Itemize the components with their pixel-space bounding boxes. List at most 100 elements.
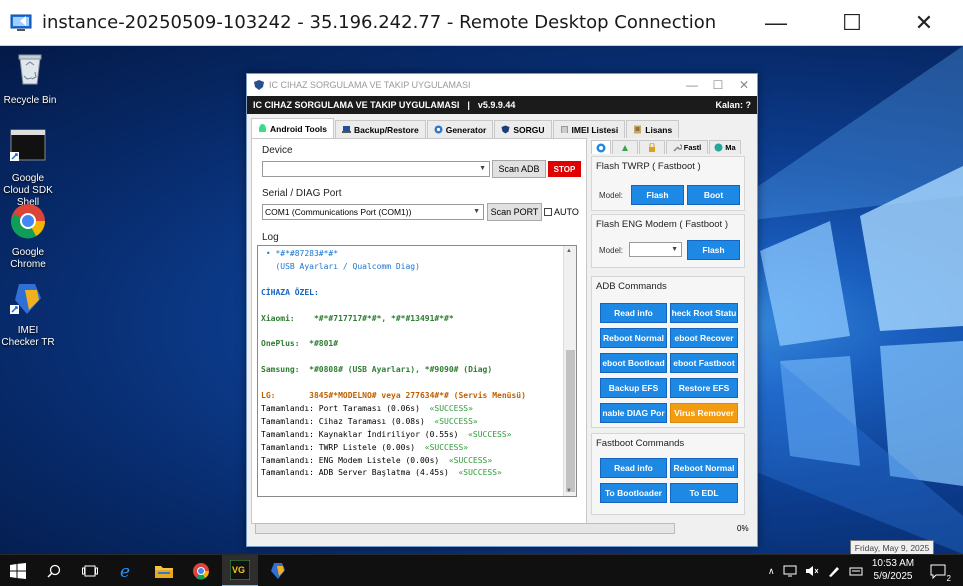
side-tab-arrow[interactable] (612, 140, 638, 154)
chevron-down-icon: ▼ (473, 208, 480, 215)
side-tab-info[interactable] (591, 140, 611, 154)
show-hidden-icons[interactable]: ∧ (768, 566, 775, 577)
pen-icon[interactable] (827, 565, 841, 577)
app-version: v5.9.9.44 (477, 100, 516, 110)
to-bootloader-button[interactable]: To Bootloader (600, 483, 667, 503)
log-line: OnePlus: *#801# (261, 339, 339, 349)
eng-model-select[interactable]: ▼ (629, 242, 682, 257)
adb-commands-group: ADB Commands Read info heck Root Statu R… (591, 276, 745, 428)
log-line: LG: 3845#*MODELNO# veya 277634#*# (Servi… (261, 390, 526, 400)
taskbar-clock[interactable]: 10:53 AM 5/9/2025 (862, 557, 924, 583)
lock-icon (649, 143, 655, 152)
boot-twrp-button[interactable]: Boot (687, 185, 740, 205)
side-tab-lock[interactable] (639, 140, 665, 154)
notification-icon (930, 564, 946, 579)
backup-efs-button[interactable]: Backup EFS (600, 378, 667, 398)
fastboot-read-info-button[interactable]: Read info (600, 458, 667, 478)
check-root-status-button[interactable]: heck Root Statu (670, 303, 738, 323)
svg-text:e: e (120, 562, 130, 580)
device-select[interactable]: ▼ (262, 161, 490, 177)
rdp-title-bar: instance-20250509-103242 - 35.196.242.77… (0, 0, 963, 46)
adb-read-info-button[interactable]: Read info (600, 303, 667, 323)
system-tray: ∧ (768, 555, 863, 586)
network-icon[interactable] (783, 565, 797, 577)
flash-twrp-button[interactable]: Flash (631, 185, 684, 205)
keyboard-icon[interactable] (849, 565, 863, 577)
desktop-icon-label: Google Chrome (10, 247, 46, 270)
taskbar-imei-checker[interactable] (260, 555, 296, 586)
tab-label: Generator (445, 124, 487, 135)
desktop-icon-imei-checker[interactable]: IMEI Checker TR (0, 280, 58, 349)
desktop-icon-sdk-shell[interactable]: Google Cloud SDK Shell (0, 128, 58, 209)
reboot-bootloader-button[interactable]: eboot Bootload (600, 353, 667, 373)
log-line: Tamamlandı: TWRP Listele (0.00s) «SUCCES… (261, 442, 469, 452)
tab-sorgu[interactable]: SORGU (494, 120, 552, 138)
minimize-button[interactable]: — (746, 0, 806, 46)
progress-bar (255, 523, 675, 534)
log-scrollbar[interactable]: ▲ ▼ (563, 246, 576, 496)
tab-label: IMEI Listesi (571, 124, 619, 135)
chrome-icon (10, 204, 45, 239)
taskbar-edge[interactable]: e (109, 555, 145, 586)
scan-adb-button[interactable]: Scan ADB (492, 160, 546, 178)
adb-reboot-normal-button[interactable]: Reboot Normal (600, 328, 667, 348)
kalan-counter: Kalan: ? (715, 100, 751, 110)
app-close-button[interactable]: ✕ (729, 74, 759, 96)
log-panel[interactable]: • *#*#87283#*#* (USB Ayarları / Qualcomm… (257, 245, 577, 497)
tab-label: SORGU (513, 124, 545, 135)
rdp-window-title: instance-20250509-103242 - 35.196.242.77… (42, 12, 717, 33)
desktop-icon-recycle-bin[interactable]: Recycle Bin (0, 50, 60, 107)
edge-icon: e (120, 562, 130, 580)
app-titlebar: IC CIHAZ SORGULAMA VE TAKIP UYGULAMASI —… (247, 74, 757, 96)
auto-checkbox[interactable]: AUTO (544, 207, 579, 217)
info-icon (596, 143, 606, 152)
side-tab-fastboot[interactable]: Fastl (666, 140, 708, 154)
start-button[interactable] (0, 555, 36, 586)
taskbar-app-vg[interactable]: VG (222, 555, 258, 586)
scroll-up-icon[interactable]: ▲ (566, 248, 572, 254)
serial-port-select[interactable]: COM1 (Communications Port (COM1)) ▼ (262, 204, 484, 220)
device-label: Device (262, 145, 293, 156)
tab-label: Backup/Restore (353, 124, 419, 135)
taskbar-file-explorer[interactable] (146, 555, 182, 586)
scroll-thumb[interactable] (566, 350, 575, 492)
fastboot-commands-title: Fastboot Commands (596, 438, 685, 449)
tab-android-tools[interactable]: Android Tools (251, 118, 334, 138)
serial-port-label: Serial / DIAG Port (262, 188, 342, 199)
header-separator: | (467, 100, 470, 110)
taskbar-search-button[interactable] (36, 555, 72, 586)
scan-port-button[interactable]: Scan PORT (487, 203, 542, 221)
log-line: Tamamlandı: Cihaz Taraması (0.08s) «SUCC… (261, 416, 478, 426)
serial-port-value: COM1 (Communications Port (COM1)) (265, 207, 412, 217)
fastboot-reboot-normal-button[interactable]: Reboot Normal (670, 458, 738, 478)
enable-diag-port-button[interactable]: nable DIAG Por (600, 403, 667, 423)
date-tooltip: Friday, May 9, 2025 (850, 540, 934, 555)
side-tabs: Fastl Ma (591, 140, 742, 154)
maximize-button[interactable]: ☐ (822, 0, 882, 46)
to-edl-button[interactable]: To EDL (670, 483, 738, 503)
app-shield-icon (254, 80, 264, 90)
tab-generator[interactable]: Generator (426, 120, 494, 138)
flash-eng-button[interactable]: Flash (687, 240, 740, 260)
side-tab-label: Ma (725, 143, 736, 152)
restore-efs-button[interactable]: Restore EFS (670, 378, 738, 398)
task-view-icon (82, 565, 98, 577)
task-view-button[interactable] (72, 555, 108, 586)
reboot-recovery-button[interactable]: eboot Recover (670, 328, 738, 348)
close-button[interactable]: ✕ (894, 0, 954, 46)
volume-muted-icon[interactable] (805, 565, 819, 577)
desktop-icon-chrome[interactable]: Google Chrome (0, 202, 58, 271)
taskbar-chrome[interactable] (183, 555, 219, 586)
tab-lisans[interactable]: Lisans (626, 120, 680, 138)
tab-imei-listesi[interactable]: IMEI Listesi (552, 120, 626, 138)
reboot-fastboot-button[interactable]: eboot Fastboot (670, 353, 738, 373)
stop-button[interactable]: STOP (548, 161, 581, 177)
notification-center-button[interactable]: 2 (922, 555, 954, 586)
chrome-icon (193, 563, 210, 580)
scroll-down-icon[interactable]: ▼ (566, 488, 572, 494)
virus-remover-button[interactable]: Virus Remover (670, 403, 738, 423)
tab-backup-restore[interactable]: Backup/Restore (334, 120, 426, 138)
side-tab-more[interactable]: Ma (709, 140, 741, 154)
